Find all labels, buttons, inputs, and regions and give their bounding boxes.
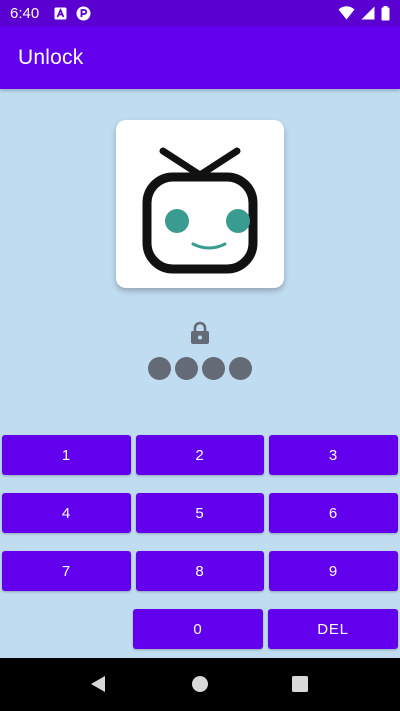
key-6-button[interactable]: 6	[269, 493, 398, 533]
pin-dot	[175, 357, 198, 380]
status-right	[338, 5, 390, 21]
key-4-button[interactable]: 4	[2, 493, 131, 533]
home-icon[interactable]	[191, 675, 209, 693]
signal-icon	[361, 6, 375, 20]
delete-button[interactable]: DEL	[268, 609, 398, 649]
pin-indicator	[148, 357, 252, 381]
key-8-button[interactable]: 8	[136, 551, 264, 591]
text-a-icon	[54, 7, 67, 20]
page-title: Unlock	[18, 45, 84, 69]
back-icon[interactable]	[88, 674, 108, 694]
app-logo-card	[116, 120, 284, 288]
app-bar: Unlock	[0, 26, 400, 89]
key-1-button[interactable]: 1	[2, 435, 131, 475]
key-3-button[interactable]: 3	[269, 435, 398, 475]
system-nav-bar	[0, 658, 400, 711]
tv-robot-icon	[142, 147, 258, 274]
key-0-button[interactable]: 0	[133, 609, 263, 649]
pin-dot	[229, 357, 252, 380]
key-7-button[interactable]: 7	[2, 551, 131, 591]
status-bar: 6:40	[0, 0, 400, 26]
key-5-button[interactable]: 5	[136, 493, 264, 533]
key-9-button[interactable]: 9	[269, 551, 398, 591]
wifi-icon	[338, 6, 355, 20]
notification-p-icon	[76, 6, 91, 21]
pin-dot	[148, 357, 171, 380]
recents-icon[interactable]	[291, 675, 309, 693]
status-time: 6:40	[10, 4, 40, 22]
key-2-button[interactable]: 2	[136, 435, 264, 475]
status-left: 6:40	[10, 5, 91, 22]
battery-icon	[381, 5, 390, 21]
lock-icon	[189, 321, 211, 345]
pin-dot	[202, 357, 225, 380]
